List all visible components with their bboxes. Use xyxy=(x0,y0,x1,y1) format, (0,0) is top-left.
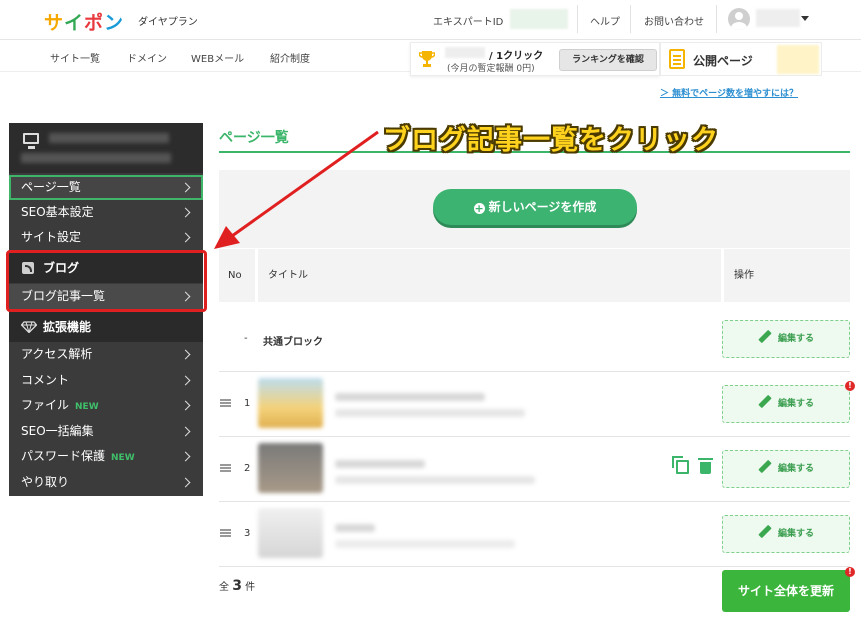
annotation-arrow xyxy=(214,130,379,249)
app-root: サイポン ダイヤプラン エキスパートID ヘルプ お問い合わせ サイト一覧 ドメ… xyxy=(0,0,861,618)
annotation-callout: ブログ記事一覧をクリック xyxy=(383,125,719,156)
